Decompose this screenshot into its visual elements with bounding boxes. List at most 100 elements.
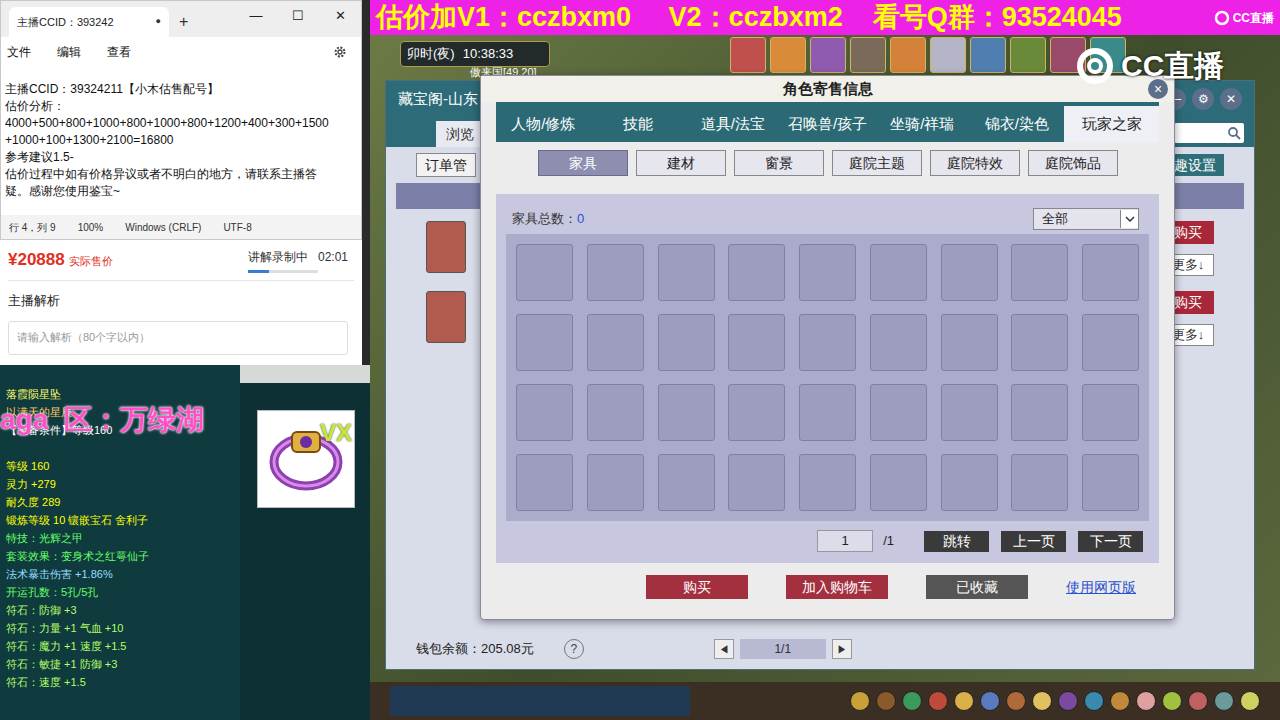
unsaved-dot[interactable]: ● [156, 15, 161, 29]
portrait-icon[interactable] [1010, 37, 1046, 73]
next-page-button[interactable]: ▶ [832, 639, 852, 659]
furniture-slot[interactable] [1082, 244, 1139, 301]
web-version-link[interactable]: 使用网页版 [1066, 577, 1136, 598]
dialog-subtab[interactable]: 家具 [538, 150, 628, 176]
furniture-slot[interactable] [587, 454, 644, 511]
avatar-icon[interactable] [426, 221, 466, 273]
page-input[interactable]: 1 [817, 530, 873, 552]
toolbar-icon[interactable] [1240, 691, 1260, 711]
toolbar-icon[interactable] [1006, 691, 1026, 711]
action-button[interactable]: 已收藏 [926, 575, 1028, 599]
furniture-slot[interactable] [728, 454, 785, 511]
dropdown-button[interactable] [1120, 210, 1138, 228]
furniture-slot[interactable] [941, 244, 998, 301]
toolbar-icon[interactable] [1084, 691, 1104, 711]
market-control-button[interactable]: ✕ [1220, 88, 1242, 110]
furniture-slot[interactable] [799, 384, 856, 441]
dialog-tab[interactable]: 玩家之家 [1064, 106, 1159, 142]
dialog-tab[interactable]: 道具/法宝 [685, 106, 780, 142]
page-button[interactable]: 上一页 [1001, 531, 1066, 552]
furniture-slot[interactable] [1082, 314, 1139, 371]
avatar-icon[interactable] [426, 291, 466, 343]
furniture-slot[interactable] [587, 244, 644, 301]
furniture-slot[interactable] [516, 454, 573, 511]
toolbar-icon[interactable] [850, 691, 870, 711]
furniture-slot[interactable] [658, 384, 715, 441]
help-button[interactable]: ? [564, 639, 584, 659]
menu-item[interactable]: 查看 [105, 43, 133, 61]
window-control-button[interactable]: ✕ [319, 1, 361, 31]
furniture-slot[interactable] [941, 384, 998, 441]
dialog-tab[interactable]: 人物/修炼 [496, 106, 591, 142]
furniture-slot[interactable] [587, 314, 644, 371]
page-button[interactable]: 下一页 [1078, 531, 1143, 552]
prev-page-button[interactable]: ◀ [714, 639, 734, 659]
furniture-slot[interactable] [658, 314, 715, 371]
dialog-subtab[interactable]: 庭院特效 [930, 150, 1020, 176]
menu-item[interactable]: 编辑 [55, 43, 83, 61]
toolbar-icon[interactable] [1110, 691, 1130, 711]
furniture-slot[interactable] [870, 314, 927, 371]
furniture-slot[interactable] [1082, 384, 1139, 441]
notepad-text[interactable]: 主播CCID：39324211【小木估售配号】估价分析：4000+500+800… [1, 67, 361, 215]
toolbar-icon[interactable] [876, 691, 896, 711]
menu-item[interactable]: 文件 [5, 43, 33, 61]
furniture-slot[interactable] [870, 454, 927, 511]
toolbar-icon[interactable] [1188, 691, 1208, 711]
furniture-slot[interactable] [870, 244, 927, 301]
furniture-slot[interactable] [1011, 244, 1068, 301]
analysis-input[interactable] [8, 321, 348, 355]
dialog-subtab[interactable]: 窗景 [734, 150, 824, 176]
toolbar-icon[interactable] [1058, 691, 1078, 711]
furniture-slot[interactable] [728, 314, 785, 371]
furniture-slot[interactable] [658, 244, 715, 301]
toolbar-icon[interactable] [980, 691, 1000, 711]
furniture-slot[interactable] [1011, 314, 1068, 371]
portrait-icon[interactable] [850, 37, 886, 73]
market-search[interactable] [1174, 123, 1244, 143]
market-control-button[interactable]: ⚙ [1192, 88, 1214, 110]
notepad-tab[interactable]: 主播CCID：393242 ● [9, 7, 169, 37]
furniture-slot[interactable] [1082, 454, 1139, 511]
toolbar-icon[interactable] [1214, 691, 1234, 711]
order-button[interactable]: 订单管 [416, 153, 476, 177]
toolbar-icon[interactable] [1032, 691, 1052, 711]
dialog-tab[interactable]: 锦衣/染色 [970, 106, 1065, 142]
furniture-slot[interactable] [658, 454, 715, 511]
settings-gear-icon[interactable] [333, 45, 347, 59]
furniture-slot[interactable] [587, 384, 644, 441]
furniture-slot[interactable] [516, 384, 573, 441]
window-control-button[interactable]: — [235, 1, 277, 31]
furniture-slot[interactable] [941, 454, 998, 511]
dialog-tab[interactable]: 坐骑/祥瑞 [875, 106, 970, 142]
portrait-icon[interactable] [730, 37, 766, 73]
dialog-subtab[interactable]: 建材 [636, 150, 726, 176]
portrait-icon[interactable] [810, 37, 846, 73]
dialog-tab[interactable]: 召唤兽/孩子 [780, 106, 875, 142]
new-tab-button[interactable]: + [169, 7, 198, 37]
portrait-icon[interactable] [970, 37, 1006, 73]
filter-dropdown[interactable]: 全部 [1033, 208, 1139, 230]
page-button[interactable]: 跳转 [924, 531, 989, 552]
furniture-slot[interactable] [516, 314, 573, 371]
furniture-slot[interactable] [870, 384, 927, 441]
action-button[interactable]: 加入购物车 [786, 575, 888, 599]
furniture-slot[interactable] [799, 454, 856, 511]
furniture-slot[interactable] [516, 244, 573, 301]
portrait-icon[interactable] [890, 37, 926, 73]
toolbar-icon[interactable] [1136, 691, 1156, 711]
portrait-icon[interactable] [770, 37, 806, 73]
furniture-slot[interactable] [799, 314, 856, 371]
furniture-slot[interactable] [799, 244, 856, 301]
toolbar-icon[interactable] [954, 691, 974, 711]
furniture-slot[interactable] [728, 244, 785, 301]
furniture-slot[interactable] [1011, 454, 1068, 511]
furniture-slot[interactable] [941, 314, 998, 371]
toolbar-icon[interactable] [1162, 691, 1182, 711]
portrait-icon[interactable] [930, 37, 966, 73]
dialog-subtab[interactable]: 庭院主题 [832, 150, 922, 176]
action-button[interactable]: 购买 [646, 575, 748, 599]
market-tab[interactable]: 浏览 [436, 121, 484, 147]
toolbar-icon[interactable] [902, 691, 922, 711]
furniture-slot[interactable] [728, 384, 785, 441]
